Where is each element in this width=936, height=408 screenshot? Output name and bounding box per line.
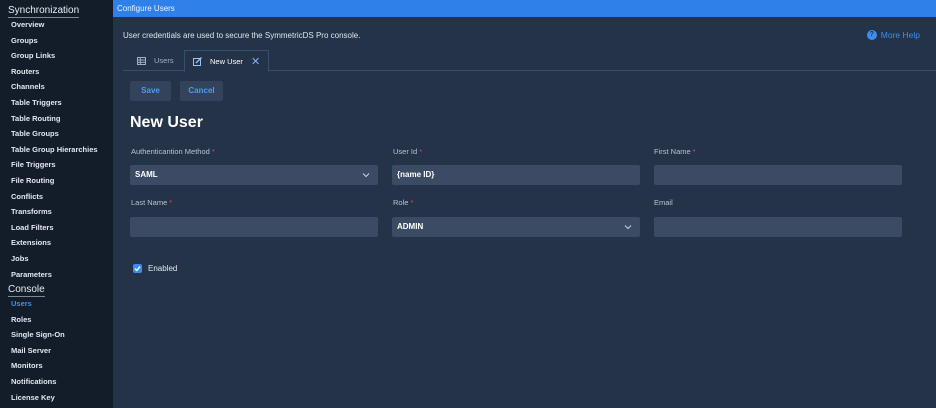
- user-id-label: User Id *: [393, 147, 423, 156]
- enabled-checkbox[interactable]: [133, 264, 142, 273]
- role-label: Role *: [393, 198, 414, 207]
- auth-method-value: SAML: [135, 170, 158, 179]
- sidebar-item-channels[interactable]: Channels: [0, 79, 113, 95]
- required-marker: *: [419, 147, 423, 156]
- sidebar-section-synchronization: Synchronization: [8, 5, 80, 18]
- sidebar-item-table-routing[interactable]: Table Routing: [0, 111, 113, 127]
- sidebar: Synchronization Overview Groups Group Link…: [0, 0, 113, 408]
- sidebar-item-table-groups[interactable]: Table Groups: [0, 126, 113, 142]
- more-help-label: More Help: [880, 30, 920, 40]
- tab-bar: Users New User ✕: [123, 50, 936, 72]
- role-value: ADMIN: [397, 222, 424, 231]
- form-heading: New User: [130, 114, 203, 131]
- auth-method-label: Authenticantion Method *: [131, 147, 215, 156]
- page-header-bar: Configure Users: [113, 0, 936, 17]
- sidebar-item-table-triggers[interactable]: Table Triggers: [0, 95, 113, 111]
- enabled-label: Enabled: [148, 264, 178, 273]
- sidebar-item-jobs[interactable]: Jobs: [0, 251, 113, 267]
- sidebar-item-groups[interactable]: Groups: [0, 33, 113, 49]
- help-icon: ?: [866, 30, 877, 40]
- sidebar-item-group-links[interactable]: Group Links: [0, 48, 113, 64]
- sidebar-section-console: Console: [8, 284, 45, 298]
- required-marker: *: [410, 198, 414, 207]
- sidebar-item-load-filters[interactable]: Load Filters: [0, 220, 113, 236]
- auth-method-select[interactable]: SAML: [130, 165, 378, 185]
- sidebar-item-mail-server[interactable]: Mail Server: [0, 343, 113, 359]
- sidebar-item-parameters[interactable]: Parameters: [0, 267, 113, 283]
- sidebar-item-conflicts[interactable]: Conflicts: [0, 189, 113, 205]
- user-id-input[interactable]: {name ID}: [392, 165, 640, 185]
- close-icon[interactable]: ✕: [251, 55, 260, 68]
- first-name-label: First Name *: [654, 147, 696, 156]
- sidebar-item-file-triggers[interactable]: File Triggers: [0, 157, 113, 173]
- sidebar-item-notifications[interactable]: Notifications: [0, 374, 113, 390]
- sidebar-item-transforms[interactable]: Transforms: [0, 204, 113, 220]
- first-name-input[interactable]: [654, 165, 902, 185]
- role-select[interactable]: ADMIN: [392, 217, 640, 237]
- sidebar-item-monitors[interactable]: Monitors: [0, 358, 113, 374]
- tab-users[interactable]: Users: [123, 50, 181, 71]
- email-input[interactable]: [654, 217, 902, 237]
- tab-new-user[interactable]: New User ✕: [184, 50, 269, 72]
- required-marker: *: [169, 198, 173, 207]
- required-marker: *: [211, 147, 215, 156]
- sidebar-item-license-key[interactable]: License Key: [0, 390, 113, 406]
- main-panel: User credentials are used to secure the …: [113, 17, 936, 408]
- email-label: Email: [654, 198, 673, 207]
- chevron-down-icon: [624, 225, 632, 230]
- page-description: User credentials are used to secure the …: [123, 31, 361, 40]
- last-name-input[interactable]: [130, 217, 378, 237]
- more-help-link[interactable]: ? More Help: [866, 30, 920, 40]
- table-icon: [137, 56, 146, 65]
- cancel-button[interactable]: Cancel: [180, 81, 223, 101]
- sidebar-item-file-routing[interactable]: File Routing: [0, 173, 113, 189]
- sidebar-item-single-sign-on[interactable]: Single Sign-On: [0, 327, 113, 343]
- sidebar-item-routers[interactable]: Routers: [0, 64, 113, 80]
- enabled-checkbox-row[interactable]: Enabled: [133, 264, 177, 273]
- checkmark-icon: [134, 266, 141, 272]
- tab-users-label: Users: [154, 56, 174, 65]
- last-name-label: Last Name *: [131, 198, 173, 207]
- save-button[interactable]: Save: [130, 81, 171, 101]
- chevron-down-icon: [362, 173, 370, 178]
- sidebar-item-users[interactable]: Users: [0, 296, 113, 312]
- user-id-value: {name ID}: [397, 170, 435, 179]
- sidebar-item-roles[interactable]: Roles: [0, 312, 113, 328]
- sidebar-item-overview[interactable]: Overview: [0, 17, 113, 33]
- tab-new-user-label: New User: [210, 56, 243, 66]
- required-marker: *: [692, 147, 696, 156]
- sidebar-item-extensions[interactable]: Extensions: [0, 235, 113, 251]
- sidebar-item-table-group-hierarchies[interactable]: Table Group Hierarchies: [0, 142, 113, 158]
- edit-icon: [193, 56, 202, 66]
- page-title: Configure Users: [117, 4, 175, 13]
